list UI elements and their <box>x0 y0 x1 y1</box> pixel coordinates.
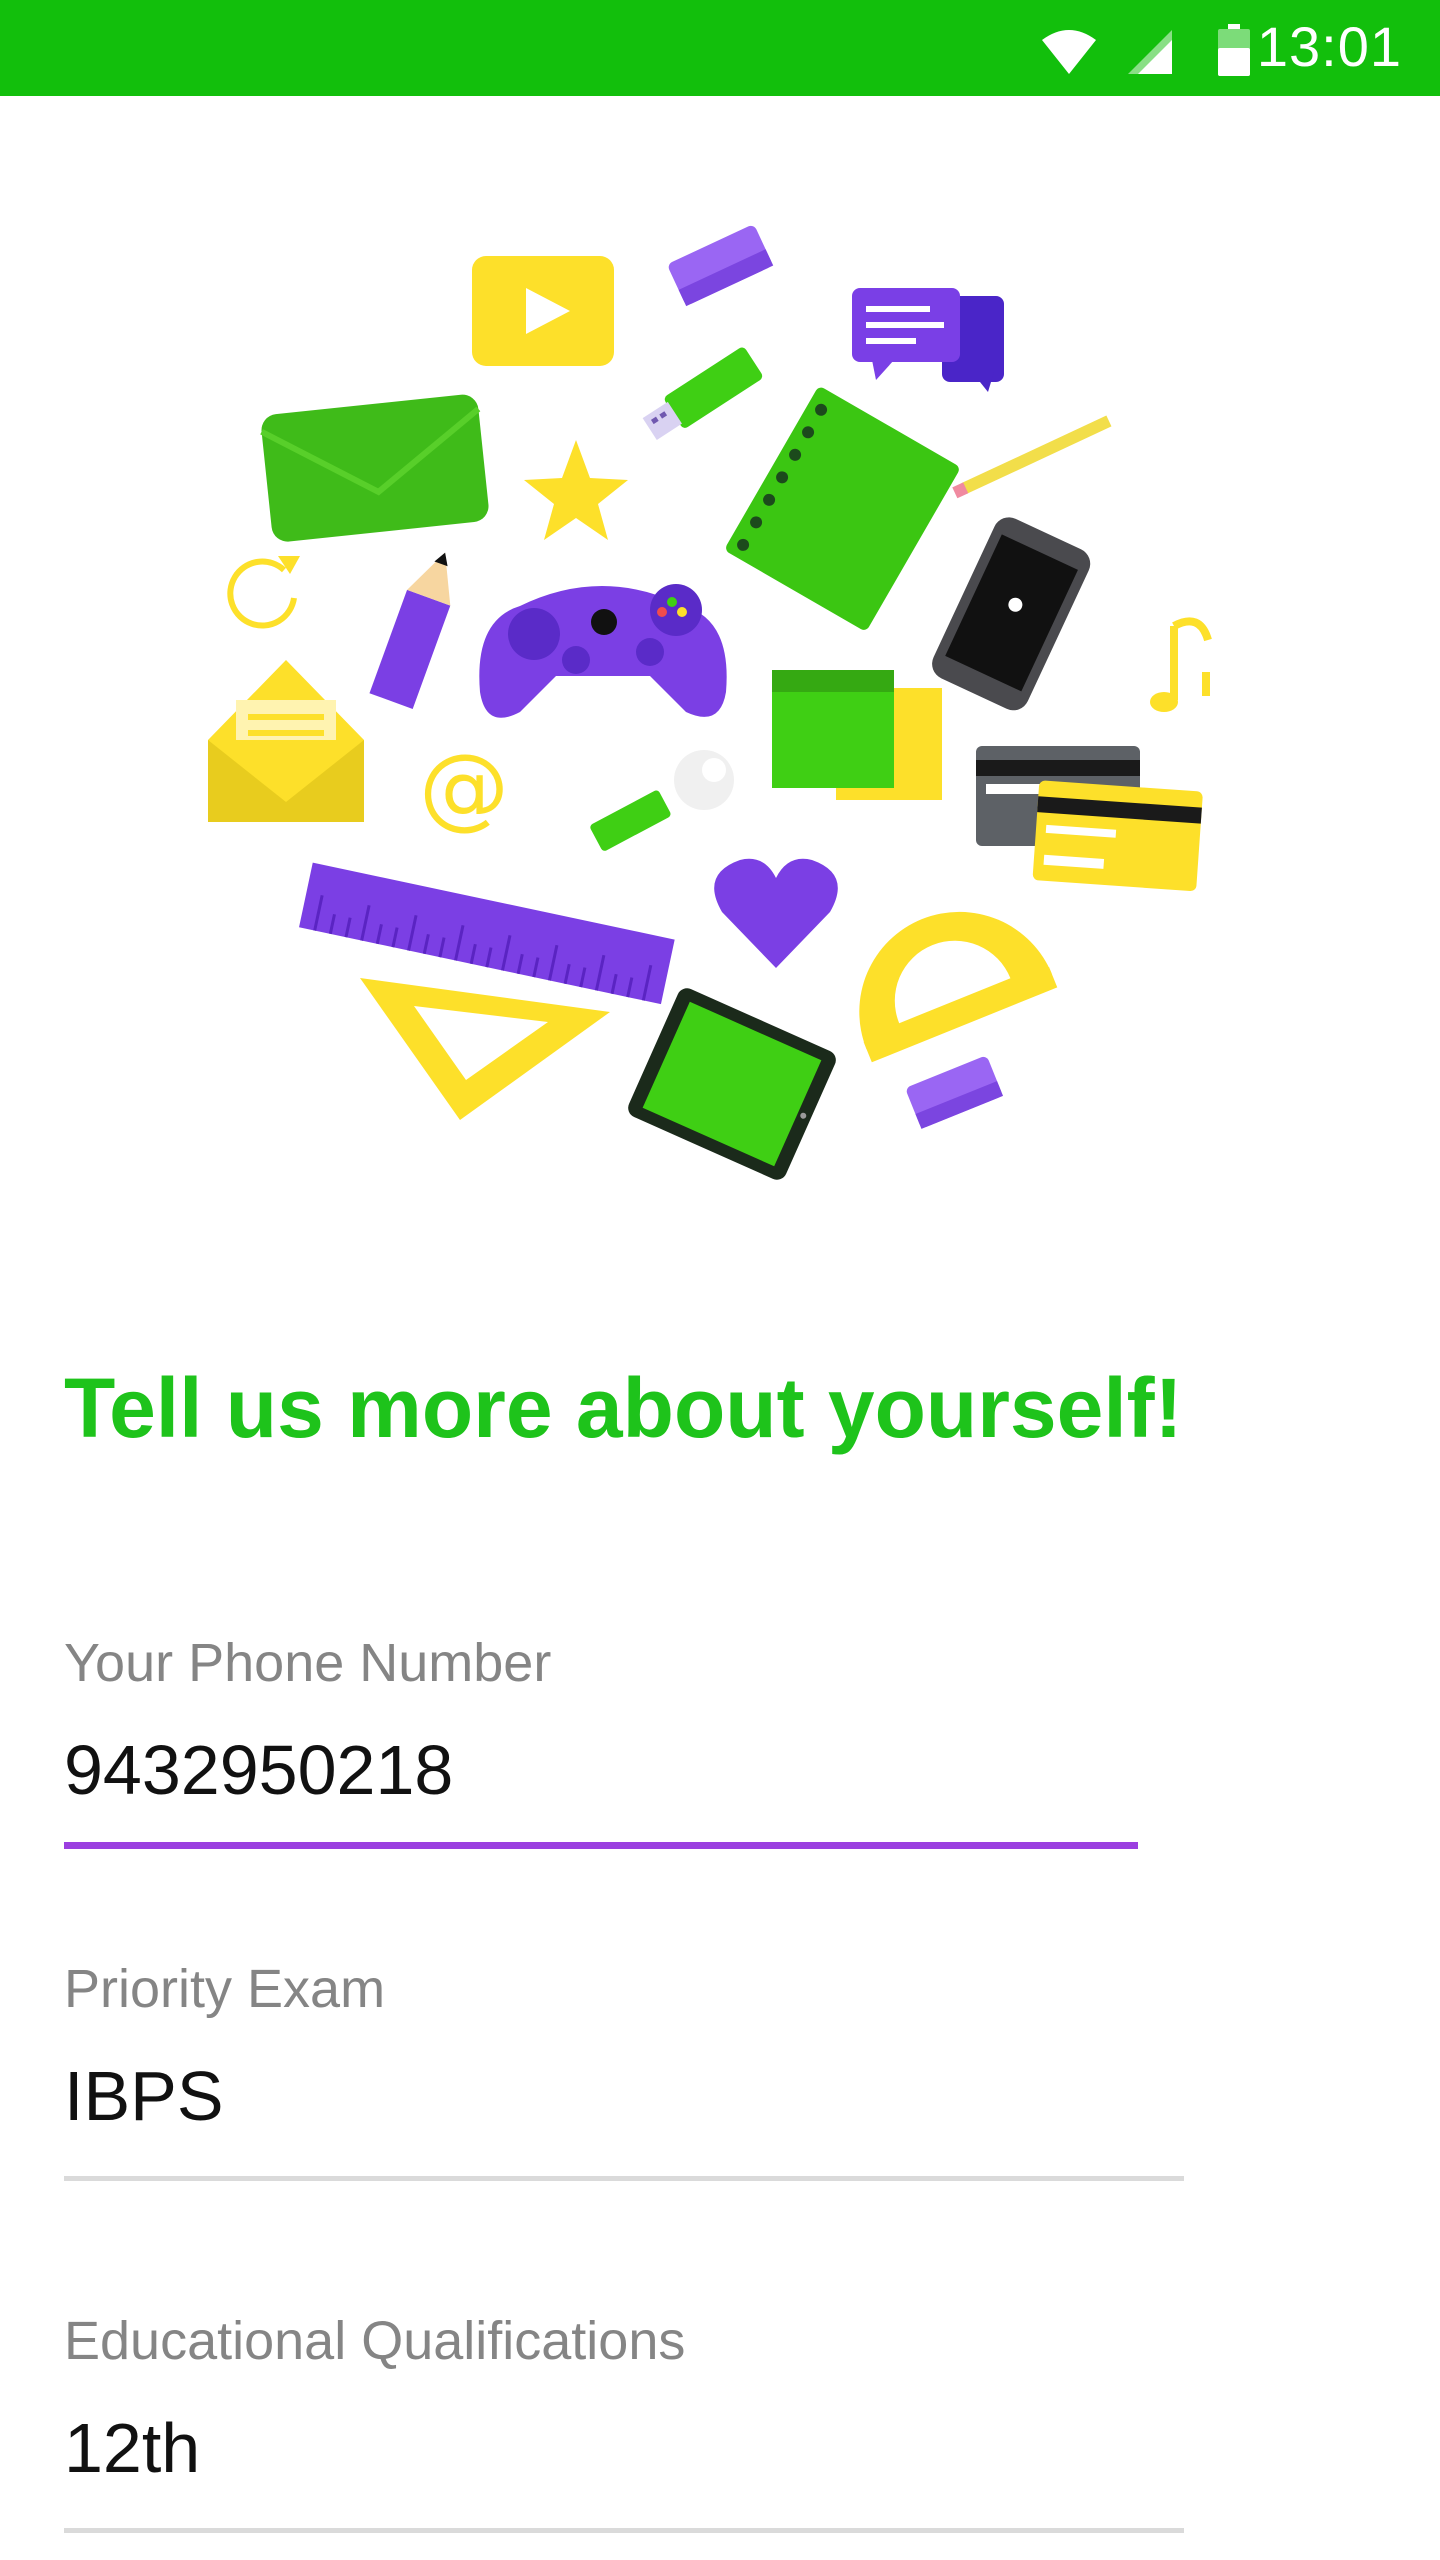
priority-exam-select[interactable]: IBPS <box>64 2056 224 2136</box>
heart-icon <box>714 858 838 968</box>
credit-card-icon <box>976 746 1203 892</box>
game-controller-icon <box>479 584 727 718</box>
eraser-icon <box>906 1056 1004 1129</box>
tablet-icon <box>628 988 836 1180</box>
ruler-icon <box>299 862 675 1005</box>
usb-drive-icon <box>642 347 763 440</box>
phone-label: Your Phone Number <box>64 1633 552 1693</box>
set-square-icon <box>360 978 610 1120</box>
priority-exam-underline <box>64 2176 1184 2181</box>
signal-icon <box>1128 30 1172 74</box>
priority-exam-label: Priority Exam <box>64 1959 386 2019</box>
wrench-icon <box>674 750 734 810</box>
notebook-icon <box>726 387 959 630</box>
at-sign-icon: @ <box>419 735 509 840</box>
wifi-icon <box>1042 30 1096 74</box>
pencil-icon <box>369 552 451 709</box>
envelope-icon <box>260 394 489 542</box>
eraser-icon <box>668 225 774 307</box>
page-title: Tell us more about yourself! <box>64 1361 1183 1455</box>
qualification-select[interactable]: 12th <box>64 2408 200 2488</box>
usb-drive-icon <box>590 790 671 851</box>
hero-illustration: @ <box>208 225 1212 1180</box>
smartphone-icon <box>932 517 1091 711</box>
battery-icon <box>1218 24 1250 76</box>
open-envelope-icon <box>208 660 364 822</box>
phone-underline <box>64 1842 1138 1849</box>
phone-input[interactable]: 9432950218 <box>64 1730 453 1810</box>
protractor-icon <box>859 911 1058 1063</box>
music-note-icon <box>1150 617 1212 712</box>
status-time: 13:01 <box>1256 15 1402 78</box>
star-icon <box>524 440 628 540</box>
qualification-underline <box>64 2528 1184 2533</box>
play-icon <box>472 256 614 366</box>
qualification-label: Educational Qualifications <box>64 2311 686 2371</box>
pencil-icon <box>952 415 1112 499</box>
sticky-notes-icon <box>772 670 942 800</box>
chat-icon <box>852 288 1004 392</box>
refresh-icon <box>227 556 300 629</box>
status-bar: 13:01 <box>0 0 1440 96</box>
